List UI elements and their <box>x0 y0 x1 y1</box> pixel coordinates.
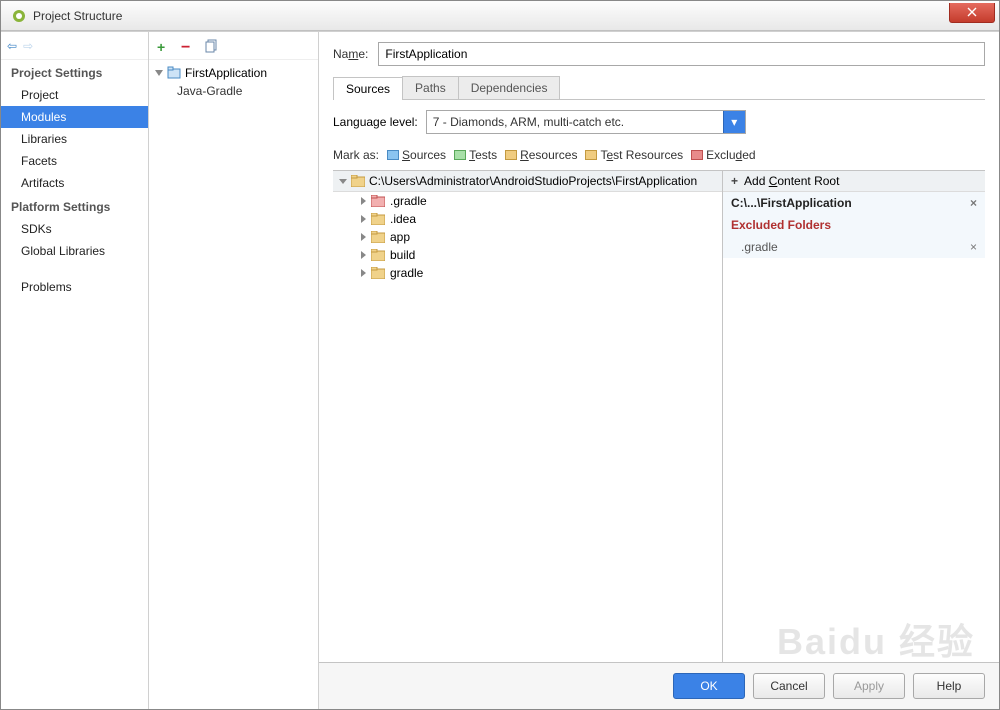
language-level-row: Language level: 7 - Diamonds, ARM, multi… <box>333 110 985 134</box>
app-icon <box>11 8 27 24</box>
back-arrow-icon[interactable]: ⇦ <box>7 39 17 53</box>
name-input[interactable] <box>378 42 985 66</box>
section-platform-settings: Platform Settings <box>1 194 148 218</box>
close-icon <box>967 7 977 17</box>
folder-icon <box>371 231 385 243</box>
nav-modules[interactable]: Modules <box>1 106 148 128</box>
remove-excluded-icon[interactable]: × <box>970 240 977 254</box>
language-level-label: Language level: <box>333 115 418 129</box>
tab-paths[interactable]: Paths <box>402 76 459 99</box>
dialog-button-bar: OK Cancel Apply Help <box>319 662 999 709</box>
nav-project[interactable]: Project <box>1 84 148 106</box>
content-roots-panel: + Add Content Root C:\...\FirstApplicati… <box>723 171 985 662</box>
module-root[interactable]: FirstApplication <box>149 64 318 82</box>
name-row: Name: <box>319 32 999 70</box>
module-tree-panel: + − FirstApplication Java-Gradle <box>149 32 319 709</box>
section-project-settings: Project Settings <box>1 60 148 84</box>
expand-icon <box>361 251 366 259</box>
module-toolbar: + − <box>149 32 318 60</box>
expand-icon <box>361 269 366 277</box>
tab-dependencies[interactable]: Dependencies <box>458 76 561 99</box>
module-child[interactable]: Java-Gradle <box>149 82 318 100</box>
language-level-select[interactable]: 7 - Diamonds, ARM, multi-catch etc. ▾ <box>426 110 746 134</box>
mark-excluded[interactable]: Excluded <box>691 148 755 162</box>
plus-icon: + <box>731 174 738 188</box>
remove-content-root-icon[interactable]: × <box>970 196 977 210</box>
folder-icon <box>351 175 365 187</box>
mark-test-resources[interactable]: Test Resources <box>585 148 683 162</box>
titlebar: Project Structure <box>1 1 999 31</box>
content-root-short-path: C:\...\FirstApplication <box>731 196 852 210</box>
folder-build[interactable]: build <box>333 246 722 264</box>
source-folders-tree: C:\Users\Administrator\AndroidStudioProj… <box>333 171 723 662</box>
mark-sources[interactable]: Sources <box>387 148 446 162</box>
forward-arrow-icon[interactable]: ⇨ <box>23 39 33 53</box>
expand-icon <box>361 215 366 223</box>
tab-bar: Sources Paths Dependencies <box>333 76 985 100</box>
folders-split: C:\Users\Administrator\AndroidStudioProj… <box>333 170 985 662</box>
expand-icon <box>339 179 347 184</box>
content-root-row[interactable]: C:\Users\Administrator\AndroidStudioProj… <box>333 171 722 192</box>
module-folder-icon <box>167 66 181 80</box>
excluded-folder-icon <box>371 195 385 207</box>
help-button[interactable]: Help <box>913 673 985 699</box>
name-label: Name: <box>333 47 368 61</box>
nav-global-libraries[interactable]: Global Libraries <box>1 240 148 262</box>
content-root-item[interactable]: C:\...\FirstApplication × <box>723 192 985 214</box>
add-module-icon[interactable]: + <box>157 39 171 53</box>
nav-artifacts[interactable]: Artifacts <box>1 172 148 194</box>
sources-tab-content: Language level: 7 - Diamonds, ARM, multi… <box>319 100 999 662</box>
mark-as-label: Mark as: <box>333 148 379 162</box>
ok-button[interactable]: OK <box>673 673 745 699</box>
close-button[interactable] <box>949 3 995 23</box>
settings-sidebar: ⇦ ⇨ Project Settings Project Modules Lib… <box>1 32 149 709</box>
nav-sdks[interactable]: SDKs <box>1 218 148 240</box>
module-tree: FirstApplication Java-Gradle <box>149 60 318 104</box>
project-structure-window: Project Structure ⇦ ⇨ Project Settings P… <box>0 0 1000 710</box>
expand-icon <box>155 70 163 76</box>
nav-facets[interactable]: Facets <box>1 150 148 172</box>
folder-icon <box>371 267 385 279</box>
sidebar-nav-toolbar: ⇦ ⇨ <box>1 32 148 60</box>
window-title: Project Structure <box>33 9 122 23</box>
nav-libraries[interactable]: Libraries <box>1 128 148 150</box>
module-child-label: Java-Gradle <box>177 84 242 98</box>
mark-tests[interactable]: Tests <box>454 148 497 162</box>
excluded-folder-item[interactable]: .gradle × <box>723 236 985 258</box>
nav-problems[interactable]: Problems <box>1 276 148 298</box>
mark-as-row: Mark as: Sources Tests Resources Test Re… <box>333 148 985 162</box>
folder-idea[interactable]: .idea <box>333 210 722 228</box>
excluded-folders-header: Excluded Folders <box>723 214 985 236</box>
remove-module-icon[interactable]: − <box>181 39 195 53</box>
folder-app[interactable]: app <box>333 228 722 246</box>
copy-module-icon[interactable] <box>205 39 219 53</box>
content-root-path: C:\Users\Administrator\AndroidStudioProj… <box>369 174 697 188</box>
add-content-root[interactable]: + Add Content Root <box>723 171 985 192</box>
expand-icon <box>361 197 366 205</box>
dropdown-icon: ▾ <box>723 111 745 133</box>
tab-sources[interactable]: Sources <box>333 77 403 100</box>
folder-gradle[interactable]: gradle <box>333 264 722 282</box>
language-level-value: 7 - Diamonds, ARM, multi-catch etc. <box>427 115 723 129</box>
folder-icon <box>371 213 385 225</box>
folder-icon <box>371 249 385 261</box>
main-panel: Name: Sources Paths Dependencies Languag… <box>319 32 999 709</box>
apply-button[interactable]: Apply <box>833 673 905 699</box>
folder-gradle-hidden[interactable]: .gradle <box>333 192 722 210</box>
mark-resources[interactable]: Resources <box>505 148 577 162</box>
expand-icon <box>361 233 366 241</box>
cancel-button[interactable]: Cancel <box>753 673 825 699</box>
module-root-label: FirstApplication <box>185 66 267 80</box>
